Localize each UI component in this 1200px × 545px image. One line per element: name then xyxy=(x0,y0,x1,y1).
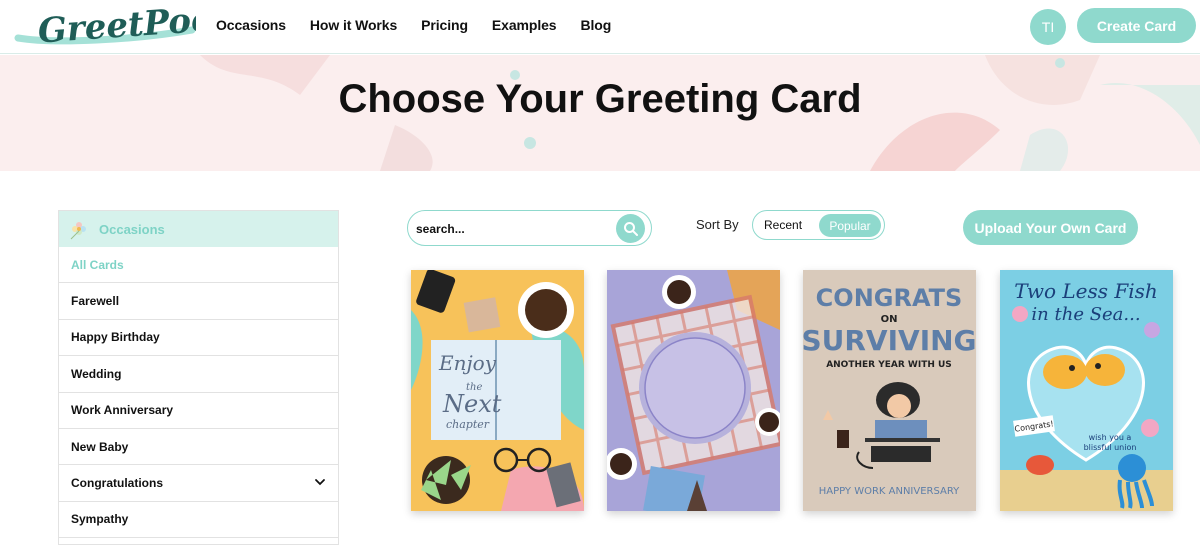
sidebar-item-work-anniversary[interactable]: Work Anniversary xyxy=(59,393,338,429)
svg-text:chapter: chapter xyxy=(446,418,490,431)
card-two-less-fish[interactable]: Two Less Fish in the Sea... Congrats! wi… xyxy=(1000,270,1173,511)
card-artwork: Two Less Fish in the Sea... Congrats! wi… xyxy=(1000,270,1173,511)
sort-by-label: Sort By xyxy=(696,217,739,232)
svg-text:blissful union: blissful union xyxy=(1084,443,1137,452)
logo[interactable]: GreetPool xyxy=(14,0,228,54)
sidebar-title: Occasions xyxy=(99,221,165,237)
card-artwork: CONGRATS ON SURVIVING ANOTHER YEAR WITH … xyxy=(803,270,976,511)
nav-pricing[interactable]: Pricing xyxy=(421,17,468,33)
svg-text:GreetPool: GreetPool xyxy=(37,0,196,52)
user-avatar[interactable]: TI xyxy=(1030,9,1066,45)
card-congrats-surviving[interactable]: CONGRATS ON SURVIVING ANOTHER YEAR WITH … xyxy=(803,270,976,511)
svg-text:wish you a: wish you a xyxy=(1089,433,1132,442)
hero-banner: Choose Your Greeting Card xyxy=(0,55,1200,171)
svg-text:CONGRATS: CONGRATS xyxy=(816,284,963,312)
card-artwork xyxy=(607,270,780,511)
search-button[interactable] xyxy=(616,214,645,243)
sidebar-item-sympathy[interactable]: Sympathy xyxy=(59,502,338,539)
nav-examples[interactable]: Examples xyxy=(492,17,557,33)
sort-option-recent[interactable]: Recent xyxy=(764,218,802,232)
search-icon xyxy=(623,221,638,236)
search-bar xyxy=(407,210,652,246)
sidebar-item-congratulations[interactable]: Congratulations xyxy=(59,465,338,502)
nav-occasions[interactable]: Occasions xyxy=(216,17,286,33)
nav-how-it-works[interactable]: How it Works xyxy=(310,17,397,33)
upload-own-card-button[interactable]: Upload Your Own Card xyxy=(963,210,1138,245)
search-input[interactable] xyxy=(416,219,611,239)
card-enjoy-next-chapter[interactable]: Enjoy the Next chapter xyxy=(411,270,584,511)
sidebar-item-label: Congratulations xyxy=(71,476,163,491)
svg-text:HAPPY WORK ANNIVERSARY: HAPPY WORK ANNIVERSARY xyxy=(819,486,960,497)
page-title: Choose Your Greeting Card xyxy=(338,77,862,121)
nav-blog[interactable]: Blog xyxy=(580,17,611,33)
svg-text:Two Less Fish: Two Less Fish xyxy=(1014,279,1158,303)
svg-text:Next: Next xyxy=(442,390,502,418)
sidebar-item-all-cards[interactable]: All Cards xyxy=(59,247,338,284)
main-nav: Occasions How it Works Pricing Examples … xyxy=(216,17,635,33)
occasions-sidebar: Occasions All Cards Farewell Happy Birth… xyxy=(58,210,339,545)
sidebar-item-new-baby[interactable]: New Baby xyxy=(59,429,338,466)
create-card-button[interactable]: Create Card xyxy=(1077,8,1196,43)
sort-option-popular[interactable]: Popular xyxy=(819,214,881,237)
sort-toggle: Recent Popular xyxy=(752,210,885,240)
card-artwork: Enjoy the Next chapter xyxy=(411,270,584,511)
svg-text:in the Sea...: in the Sea... xyxy=(1031,304,1140,325)
sidebar-item-wedding[interactable]: Wedding xyxy=(59,356,338,393)
svg-text:SURVIVING: SURVIVING xyxy=(803,324,976,357)
svg-text:ANOTHER YEAR WITH US: ANOTHER YEAR WITH US xyxy=(826,360,952,370)
sidebar-header: Occasions xyxy=(59,211,338,247)
card-picnic-plate[interactable] xyxy=(607,270,780,511)
flower-icon xyxy=(70,222,86,240)
sidebar-item-farewell[interactable]: Farewell xyxy=(59,283,338,320)
svg-text:Enjoy: Enjoy xyxy=(438,351,497,375)
chevron-down-icon[interactable] xyxy=(314,476,326,488)
sidebar-item-happy-birthday[interactable]: Happy Birthday xyxy=(59,320,338,357)
top-header: GreetPool Occasions How it Works Pricing… xyxy=(0,0,1200,54)
